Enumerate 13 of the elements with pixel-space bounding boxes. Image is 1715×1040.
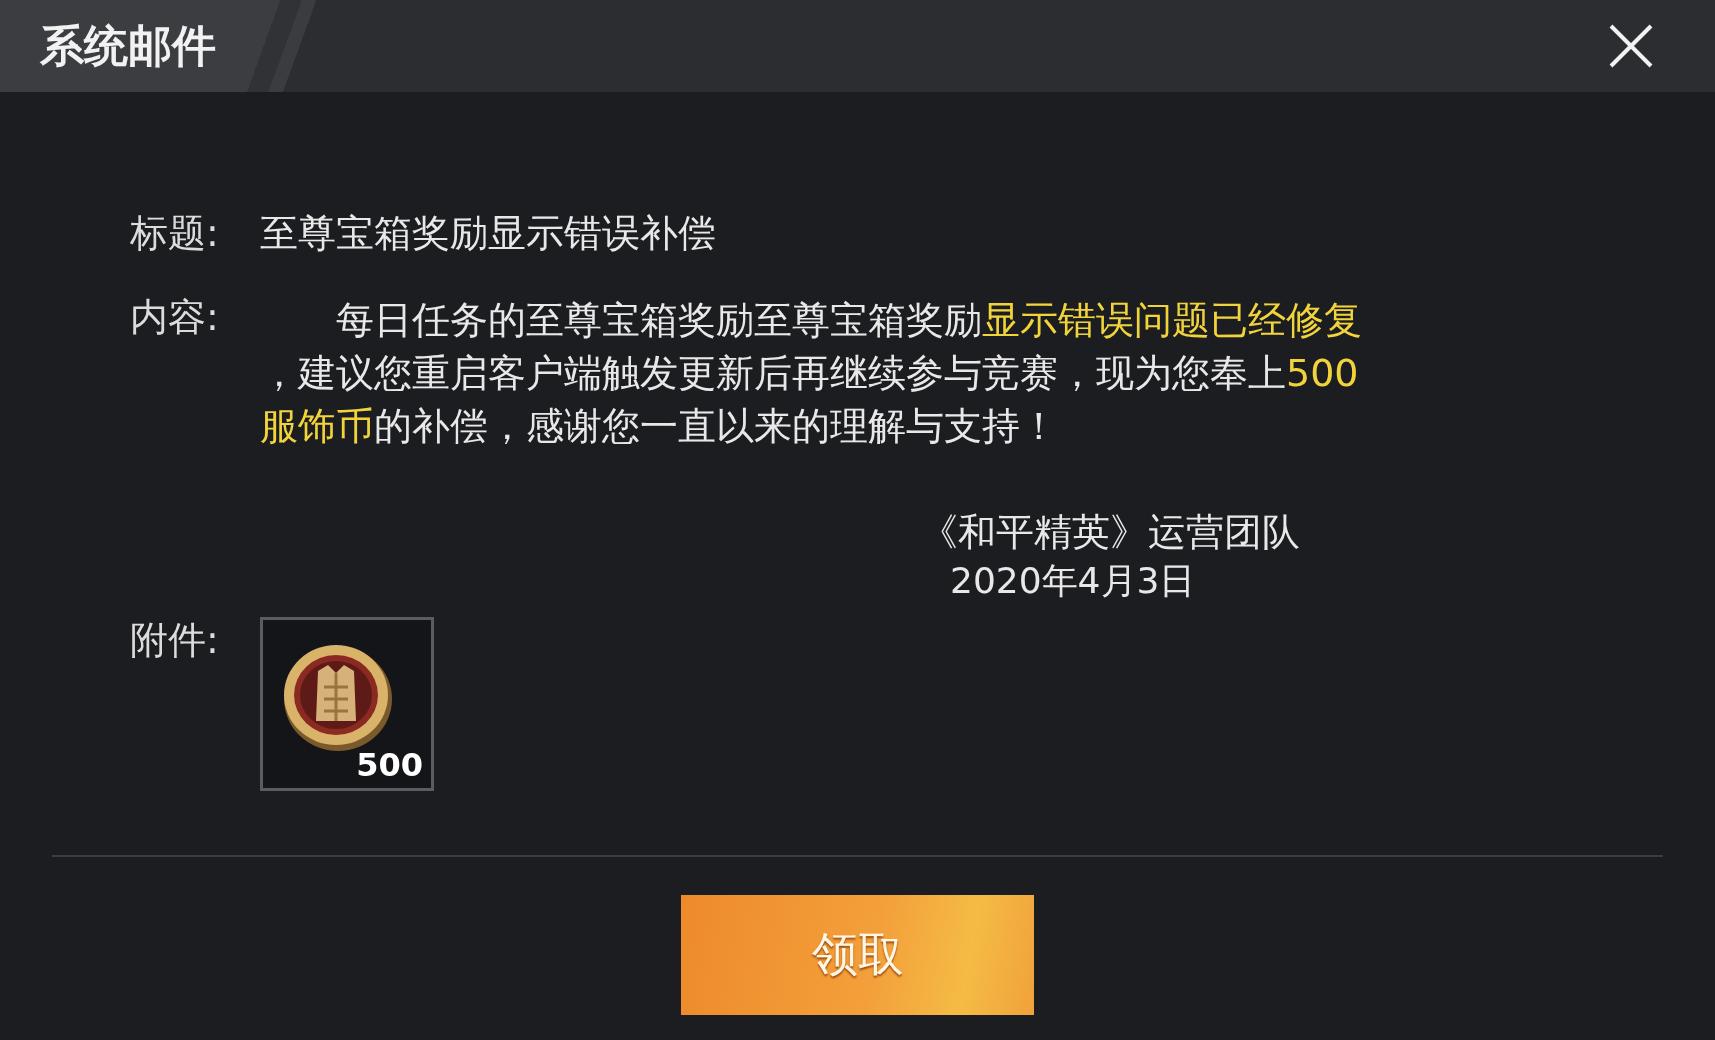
subject-label: 标题: [130, 210, 220, 256]
item-count: 500 [356, 746, 423, 784]
window-title: 系统邮件 [40, 18, 216, 73]
date-text: 2020年4月3日 [950, 559, 1197, 603]
content-label: 内容: [130, 294, 220, 341]
message-line: 每日任务的至尊宝箱奖励至尊宝箱奖励显示错误问题已经修复 [335, 297, 1362, 344]
message-line: 服饰币的补偿，感谢您一直以来的理解与支持！ [260, 403, 1059, 450]
attachment-label: 附件: [130, 617, 220, 664]
message-line: ，建议您重启客户端触发更新后再继续参与竞赛，现为您奉上500 [260, 350, 1360, 397]
signature-text: 《和平精英》运营团队 [920, 509, 1301, 556]
attachment-item[interactable]: 500 [260, 617, 434, 791]
close-icon[interactable] [1607, 22, 1655, 70]
subject-text: 至尊宝箱奖励显示错误补偿 [260, 210, 716, 256]
